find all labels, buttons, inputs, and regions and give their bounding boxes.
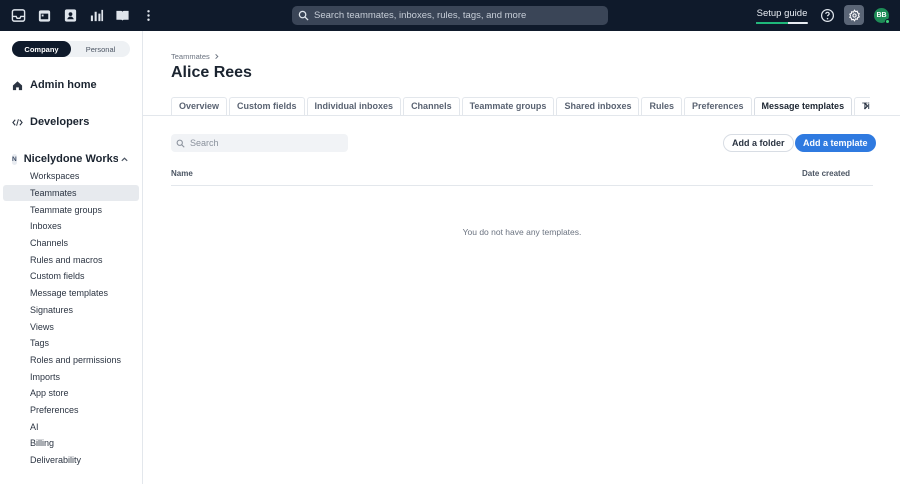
home-icon <box>12 80 23 90</box>
workspace-switcher[interactable]: N Nicelydone Workspace <box>12 151 118 167</box>
sidebar-item-message-templates[interactable]: Message templates <box>3 285 139 302</box>
avatar-initials: BB <box>876 12 887 19</box>
template-search[interactable] <box>171 134 348 152</box>
tab-overview[interactable]: Overview <box>171 97 228 115</box>
more-icon[interactable] <box>140 7 157 24</box>
tab-channels[interactable]: Channels <box>403 97 460 115</box>
setup-guide-label: Setup guide <box>756 8 808 19</box>
tab-divider <box>143 115 900 116</box>
chevron-right-icon <box>215 53 219 60</box>
sidebar-item-roles-and-permissions[interactable]: Roles and permissions <box>3 352 139 369</box>
segment-company[interactable]: Company <box>12 41 71 57</box>
sidebar-item-teammate-groups[interactable]: Teammate groups <box>3 201 139 218</box>
tab-message-templates[interactable]: Message templates <box>753 97 853 115</box>
setup-guide[interactable]: Setup guide <box>756 8 808 24</box>
search-icon <box>298 10 309 21</box>
sidebar-item-preferences[interactable]: Preferences <box>3 402 139 419</box>
user-avatar[interactable]: BB <box>874 8 890 24</box>
tab-bar: Overview Custom fields Individual inboxes C… <box>171 97 870 116</box>
sidebar-item-ai[interactable]: AI <box>3 418 139 435</box>
sidebar-item-workspaces[interactable]: Workspaces <box>3 168 139 185</box>
sidebar-item-custom-fields[interactable]: Custom fields <box>3 268 139 285</box>
sidebar-item-app-store[interactable]: App store <box>3 385 139 402</box>
help-icon[interactable] <box>820 8 835 23</box>
sidebar-item-tags[interactable]: Tags <box>3 335 139 352</box>
analytics-icon[interactable] <box>88 7 105 24</box>
page-title: Alice Rees <box>171 64 252 81</box>
nav-developers[interactable]: Developers <box>12 114 89 130</box>
workspace-badge: N <box>12 153 17 165</box>
tab-rules[interactable]: Rules <box>641 97 682 115</box>
column-header-date-created[interactable]: Date created <box>802 169 850 178</box>
global-search[interactable]: Search teammates, inboxes, rules, tags, … <box>292 6 608 25</box>
tab-shared-inboxes[interactable]: Shared inboxes <box>556 97 640 115</box>
table-header-divider <box>171 185 873 186</box>
tab-teammate-groups[interactable]: Teammate groups <box>461 97 555 115</box>
admin-sidebar: Company Personal Admin home Developers N… <box>0 31 143 484</box>
tab-custom-fields[interactable]: Custom fields <box>229 97 305 115</box>
segment-personal[interactable]: Personal <box>71 41 130 57</box>
search-input[interactable] <box>190 138 340 148</box>
add-folder-button[interactable]: Add a folder <box>723 134 794 152</box>
search-icon <box>176 139 185 148</box>
global-search-placeholder: Search teammates, inboxes, rules, tags, … <box>314 10 527 21</box>
online-status-dot <box>885 19 890 24</box>
company-personal-toggle: Company Personal <box>12 41 130 57</box>
chevron-right-icon[interactable] <box>861 101 871 111</box>
empty-state-message: You do not have any templates. <box>462 227 582 237</box>
workspace-menu: Workspaces Teammates Teammate groups Inb… <box>3 168 139 468</box>
sidebar-item-deliverability[interactable]: Deliverability <box>3 452 139 469</box>
nav-admin-home[interactable]: Admin home <box>12 77 97 93</box>
code-icon <box>12 118 23 126</box>
sidebar-item-billing[interactable]: Billing <box>3 435 139 452</box>
nav-developers-label: Developers <box>30 116 90 128</box>
sidebar-item-signatures[interactable]: Signatures <box>3 302 139 319</box>
workspace-name: Nicelydone Workspace <box>23 153 118 165</box>
sidebar-item-views[interactable]: Views <box>3 318 139 335</box>
tab-individual-inboxes[interactable]: Individual inboxes <box>306 97 402 115</box>
top-bar: Search teammates, inboxes, rules, tags, … <box>0 0 900 31</box>
sidebar-item-teammates[interactable]: Teammates <box>3 184 139 202</box>
setup-progress-fill <box>756 22 789 24</box>
sidebar-item-channels[interactable]: Channels <box>3 235 139 252</box>
setup-progress-bar <box>756 22 808 24</box>
sidebar-item-inboxes[interactable]: Inboxes <box>3 218 139 235</box>
main-content: Teammates Alice Rees Overview Custom fiel… <box>143 31 900 484</box>
gear-icon <box>848 8 860 22</box>
nav-admin-home-label: Admin home <box>30 79 97 91</box>
breadcrumb-teammates[interactable]: Teammates <box>171 52 210 61</box>
tab-preferences[interactable]: Preferences <box>683 97 752 115</box>
knowledge-base-icon[interactable] <box>114 7 131 24</box>
inbox-icon[interactable] <box>10 7 27 24</box>
sidebar-item-rules-and-macros[interactable]: Rules and macros <box>3 251 139 268</box>
column-header-name[interactable]: Name <box>171 169 193 178</box>
breadcrumb: Teammates <box>171 52 220 61</box>
contacts-icon[interactable] <box>62 7 79 24</box>
sidebar-item-imports[interactable]: Imports <box>3 368 139 385</box>
chevron-up-icon[interactable] <box>120 155 129 164</box>
add-template-button[interactable]: Add a template <box>795 134 876 152</box>
calendar-icon[interactable] <box>36 7 53 24</box>
settings-button[interactable] <box>844 5 864 25</box>
